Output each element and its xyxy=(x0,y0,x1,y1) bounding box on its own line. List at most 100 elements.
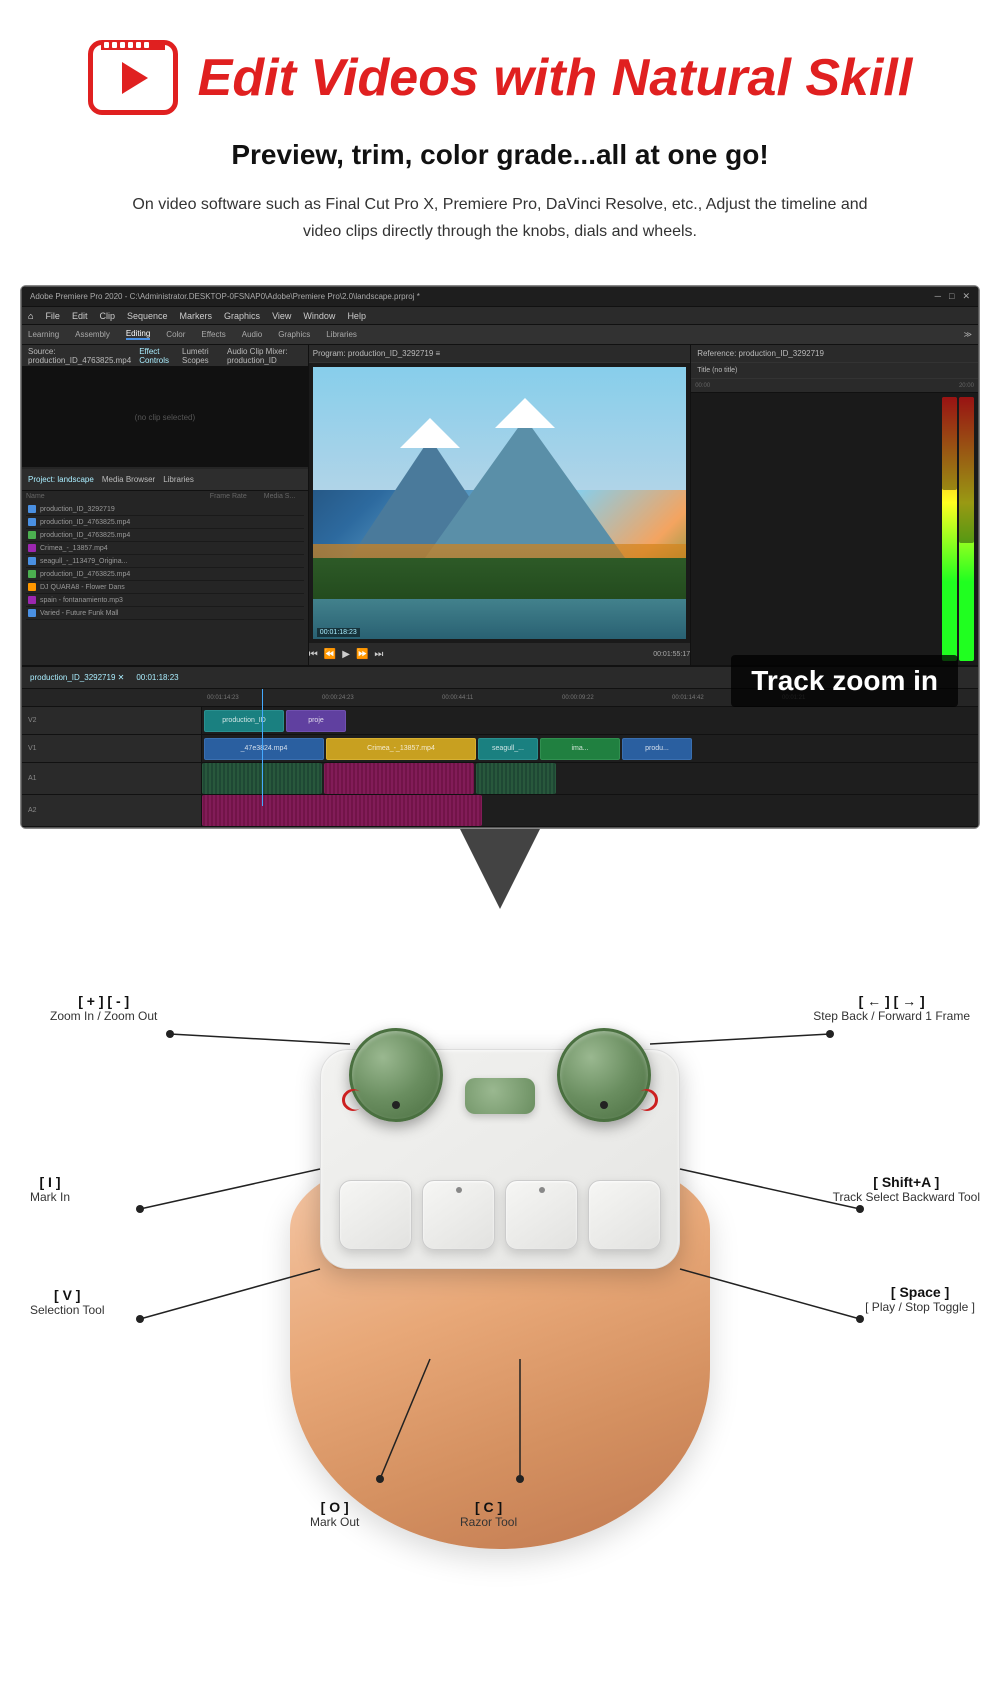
clip-v1-1[interactable]: _47e3824.mp4 xyxy=(204,738,324,760)
audio-clip-a2-1[interactable] xyxy=(202,795,482,826)
main-title: Edit Videos with Natural Skill xyxy=(198,48,913,108)
mark-out-desc: Mark Out xyxy=(310,1515,359,1529)
tab-effects[interactable]: Effects xyxy=(201,330,225,339)
button-center-left[interactable] xyxy=(422,1180,495,1250)
space-desc: [ Play / Stop Toggle ] xyxy=(865,1300,975,1314)
tab-assembly[interactable]: Assembly xyxy=(75,330,110,339)
tab-color[interactable]: Color xyxy=(166,330,185,339)
clip-v1-5[interactable]: produ... xyxy=(622,738,692,760)
btn-play[interactable]: ▶ xyxy=(342,649,350,660)
knob-left-arrow xyxy=(337,1085,368,1116)
subtitle: Preview, trim, color grade...all at one … xyxy=(20,139,980,171)
panel-header-source: Source: production_ID_4763825.mp4 Effect… xyxy=(22,345,308,367)
tab-learning[interactable]: Learning xyxy=(28,330,59,339)
label-shift-a: [ Shift+A ] Track Select Backward Tool xyxy=(833,1174,980,1204)
screenshot-section: Adobe Premiere Pro 2020 - C:\Administrat… xyxy=(20,285,980,829)
track-label-v2: V2 xyxy=(22,707,202,734)
workspace-menu[interactable]: ≫ xyxy=(964,330,972,339)
menu-item-home: ⌂ xyxy=(28,311,33,321)
title-row: Edit Videos with Natural Skill xyxy=(20,40,980,115)
lumetri-tab[interactable]: Lumetri Scopes xyxy=(182,347,219,365)
menu-graphics[interactable]: Graphics xyxy=(224,311,260,321)
project-tab[interactable]: Project: landscape xyxy=(28,475,94,484)
file-icon xyxy=(28,609,36,617)
ruler-start: 00:00 xyxy=(695,383,710,389)
out-timecode: 00:01:55:17 xyxy=(653,651,690,658)
audio-clip-a1-2[interactable] xyxy=(324,763,474,794)
button-center-right[interactable] xyxy=(505,1180,578,1250)
description: On video software such as Final Cut Pro … xyxy=(125,191,875,245)
label-mark-out: [ O ] Mark Out xyxy=(310,1499,359,1529)
minimize-btn[interactable]: ─ xyxy=(935,291,941,302)
timecode-display: 00:01:18:23 xyxy=(317,628,360,637)
label-razor: [ C ] Razor Tool xyxy=(460,1499,517,1529)
device-buttons-row xyxy=(339,1180,661,1250)
source-preview-area: (no clip selected) xyxy=(22,367,308,467)
media-browser-tab[interactable]: Media Browser xyxy=(102,475,155,484)
center-pad[interactable] xyxy=(465,1078,535,1114)
menu-help[interactable]: Help xyxy=(347,311,366,321)
libraries-tab[interactable]: Libraries xyxy=(163,475,194,484)
list-item: production_ID_4763825.mp4 xyxy=(26,529,304,542)
menu-window[interactable]: Window xyxy=(303,311,335,321)
file-icon xyxy=(28,505,36,513)
step-desc: Step Back / Forward 1 Frame xyxy=(813,1009,970,1023)
effect-controls-tab[interactable]: Effect Controls xyxy=(139,347,174,365)
btn-step-back[interactable]: ⏪ xyxy=(324,649,336,660)
button-dot-2 xyxy=(539,1187,545,1193)
menu-markers[interactable]: Markers xyxy=(180,311,213,321)
file-icon xyxy=(28,570,36,578)
audio-clip-a1-3[interactable] xyxy=(476,763,556,794)
btn-go-end[interactable]: ⏭ xyxy=(374,649,383,660)
clip-v2-1[interactable]: production_ID xyxy=(204,710,284,732)
close-btn[interactable]: ✕ xyxy=(962,291,970,302)
menu-view[interactable]: View xyxy=(272,311,291,321)
project-file-list: Name Frame Rate Media S... production_ID… xyxy=(22,491,308,665)
track-row-a2: A2 xyxy=(22,795,978,827)
clip-v1-2[interactable]: Crimea_-_13857.mp4 xyxy=(326,738,476,760)
space-key: [ Space ] xyxy=(865,1284,975,1300)
clip-v1-4[interactable]: ima... xyxy=(540,738,620,760)
water xyxy=(313,599,686,640)
tab-libraries[interactable]: Libraries xyxy=(326,330,357,339)
selection-desc: Selection Tool xyxy=(30,1303,105,1317)
audioclip-tab[interactable]: Audio Clip Mixer: production_ID xyxy=(227,347,302,365)
menu-edit[interactable]: Edit xyxy=(72,311,88,321)
tab-editing[interactable]: Editing xyxy=(126,329,150,340)
header-section: Edit Videos with Natural Skill Preview, … xyxy=(0,0,1000,265)
btn-step-fwd[interactable]: ⏩ xyxy=(356,649,368,660)
maximize-btn[interactable]: □ xyxy=(949,291,954,302)
title-label: Title (no title) xyxy=(697,367,737,374)
button-right[interactable] xyxy=(588,1180,661,1250)
knob-right-arrow xyxy=(631,1085,662,1116)
track-row-a1: A1 xyxy=(22,763,978,795)
file-icon xyxy=(28,544,36,552)
menu-file[interactable]: File xyxy=(45,311,60,321)
playhead xyxy=(262,689,263,806)
premiere-content: Source: production_ID_4763825.mp4 Effect… xyxy=(22,345,978,665)
label-zoom: [ + ] [ - ] Zoom In / Zoom Out xyxy=(50,993,157,1023)
reference-label: Reference: production_ID_3292719 xyxy=(697,349,824,358)
premiere-menubar: ⌂ File Edit Clip Sequence Markers Graphi… xyxy=(22,307,978,325)
clip-v1-3[interactable]: seagull_... xyxy=(478,738,538,760)
device-knob-right[interactable] xyxy=(557,1028,651,1122)
left-panel: Source: production_ID_4763825.mp4 Effect… xyxy=(22,345,309,665)
app-name: Adobe Premiere Pro 2020 - C:\Administrat… xyxy=(30,292,420,301)
device-knob-left[interactable] xyxy=(349,1028,443,1122)
vu-meter-left xyxy=(942,397,957,661)
tab-graphics[interactable]: Graphics xyxy=(278,330,310,339)
device-section: [ + ] [ - ] Zoom In / Zoom Out [ ← ] [ →… xyxy=(0,909,1000,1629)
track-row-v2: V2 production_ID proje xyxy=(22,707,978,735)
btn-go-start[interactable]: ⏮ xyxy=(309,649,318,660)
list-item: Crimea_-_13857.mp4 xyxy=(26,542,304,555)
mark-in-key: [ I ] xyxy=(30,1174,70,1190)
menu-sequence[interactable]: Sequence xyxy=(127,311,168,321)
clip-v2-2[interactable]: proje xyxy=(286,710,346,732)
tab-audio[interactable]: Audio xyxy=(242,330,262,339)
device-container: [ + ] [ - ] Zoom In / Zoom Out [ ← ] [ →… xyxy=(0,929,1000,1629)
track-label-v1: V1 xyxy=(22,735,202,762)
menu-clip[interactable]: Clip xyxy=(99,311,115,321)
button-left[interactable] xyxy=(339,1180,412,1250)
file-icon xyxy=(28,596,36,604)
knob-right-sensor xyxy=(600,1101,608,1109)
